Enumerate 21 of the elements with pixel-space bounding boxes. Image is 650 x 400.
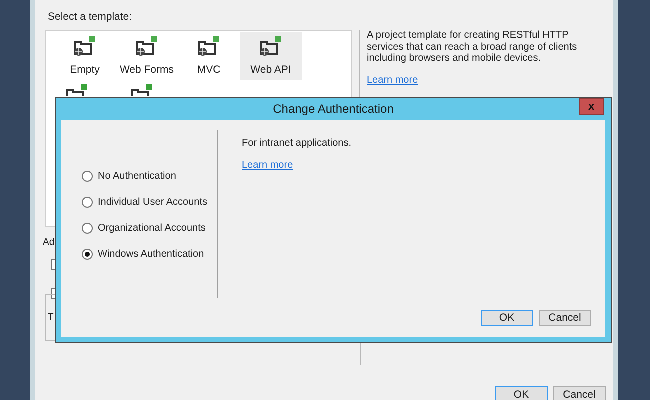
section-label: Select a template: <box>48 11 132 23</box>
close-button[interactable]: x <box>579 98 604 115</box>
group-label: T <box>48 312 54 323</box>
template-item[interactable]: Web API <box>240 32 302 80</box>
template-item[interactable]: Empty <box>54 32 116 80</box>
radio-option[interactable]: Windows Authentication <box>82 247 217 262</box>
radio-option[interactable]: Individual User Accounts <box>82 195 217 210</box>
template-item[interactable]: MVC <box>178 32 240 80</box>
cancel-button[interactable]: Cancel <box>553 386 606 400</box>
window-title: Change Authentication <box>273 102 394 116</box>
cancel-button[interactable]: Cancel <box>539 310 591 326</box>
learn-more-link[interactable]: Learn more <box>242 160 352 171</box>
learn-more-link[interactable]: Learn more <box>367 74 607 86</box>
radio-option[interactable]: No Authentication <box>82 169 217 184</box>
ok-button[interactable]: OK <box>481 310 533 326</box>
auth-description: For intranet applications. <box>242 138 352 149</box>
section-label: Ad <box>43 237 55 248</box>
template-description: A project template for creating RESTful HTTP services that can reach a broad range of clients including browsers and mobile devices. <box>367 30 578 64</box>
ok-button[interactable]: OK <box>495 386 548 400</box>
template-item[interactable]: Web Forms <box>116 32 178 80</box>
radio-option[interactable]: Organizational Accounts <box>82 221 217 236</box>
